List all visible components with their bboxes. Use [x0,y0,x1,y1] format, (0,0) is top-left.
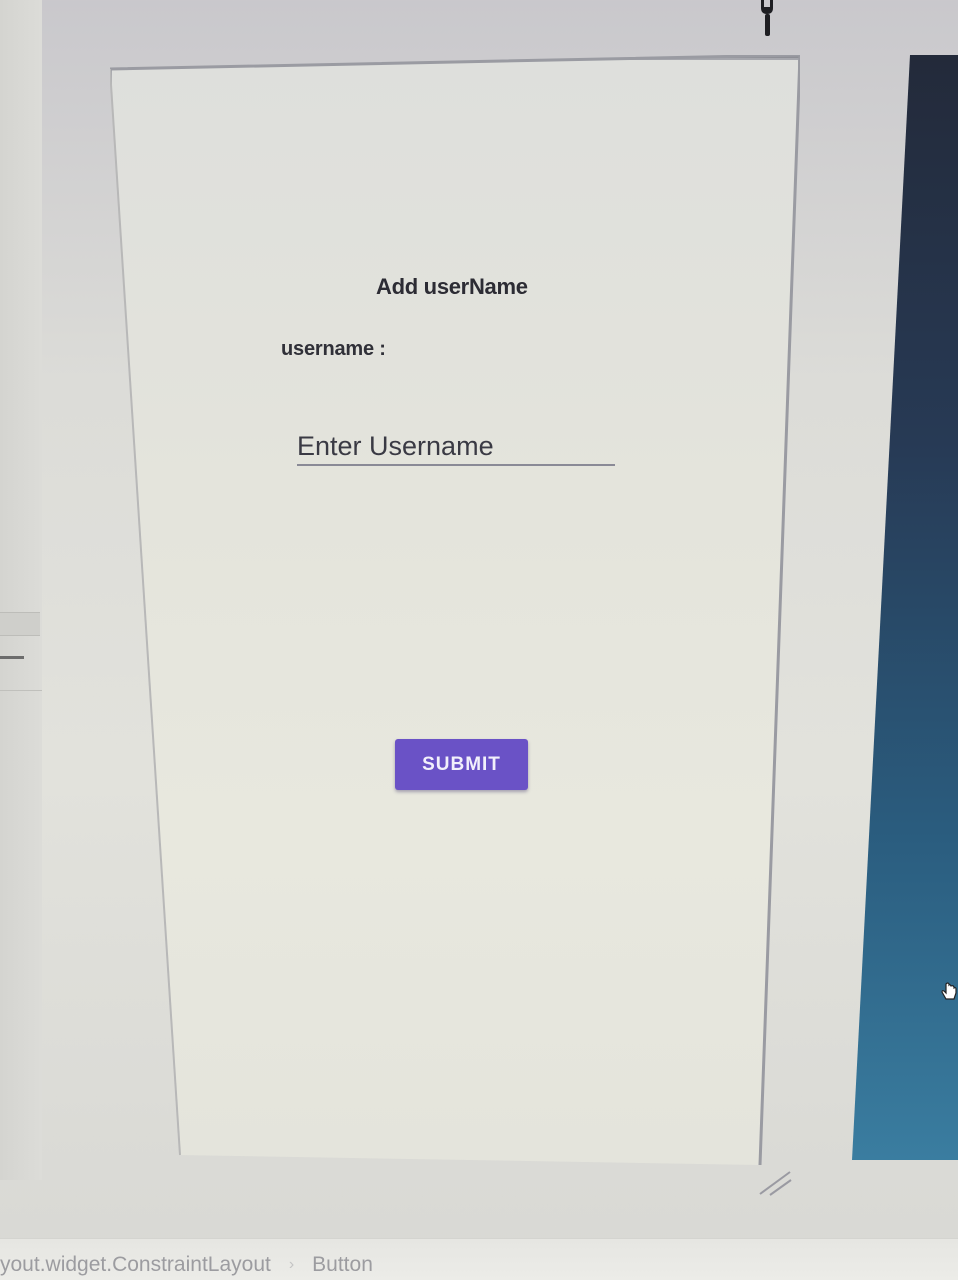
wrench-icon[interactable] [757,0,777,38]
breadcrumb-item-button[interactable]: Button [312,1253,373,1277]
design-surface[interactable] [110,55,800,1165]
breadcrumb: yout.widget.ConstraintLayout › Button [0,1253,373,1277]
submit-button[interactable]: SUBMIT [395,739,528,790]
username-input[interactable] [297,428,615,466]
component-tree-panel [0,0,42,1180]
breadcrumb-item-layout[interactable]: yout.widget.ConstraintLayout [0,1253,271,1277]
page-title: Add userName [376,274,528,299]
panel-divider [0,612,40,636]
breadcrumb-separator: › [288,1256,295,1273]
resize-handle-icon[interactable] [758,1170,792,1196]
username-label: username : [281,338,386,360]
collapse-handle[interactable] [0,656,24,659]
panel-divider [0,690,42,691]
hand-cursor-icon [941,982,957,1000]
